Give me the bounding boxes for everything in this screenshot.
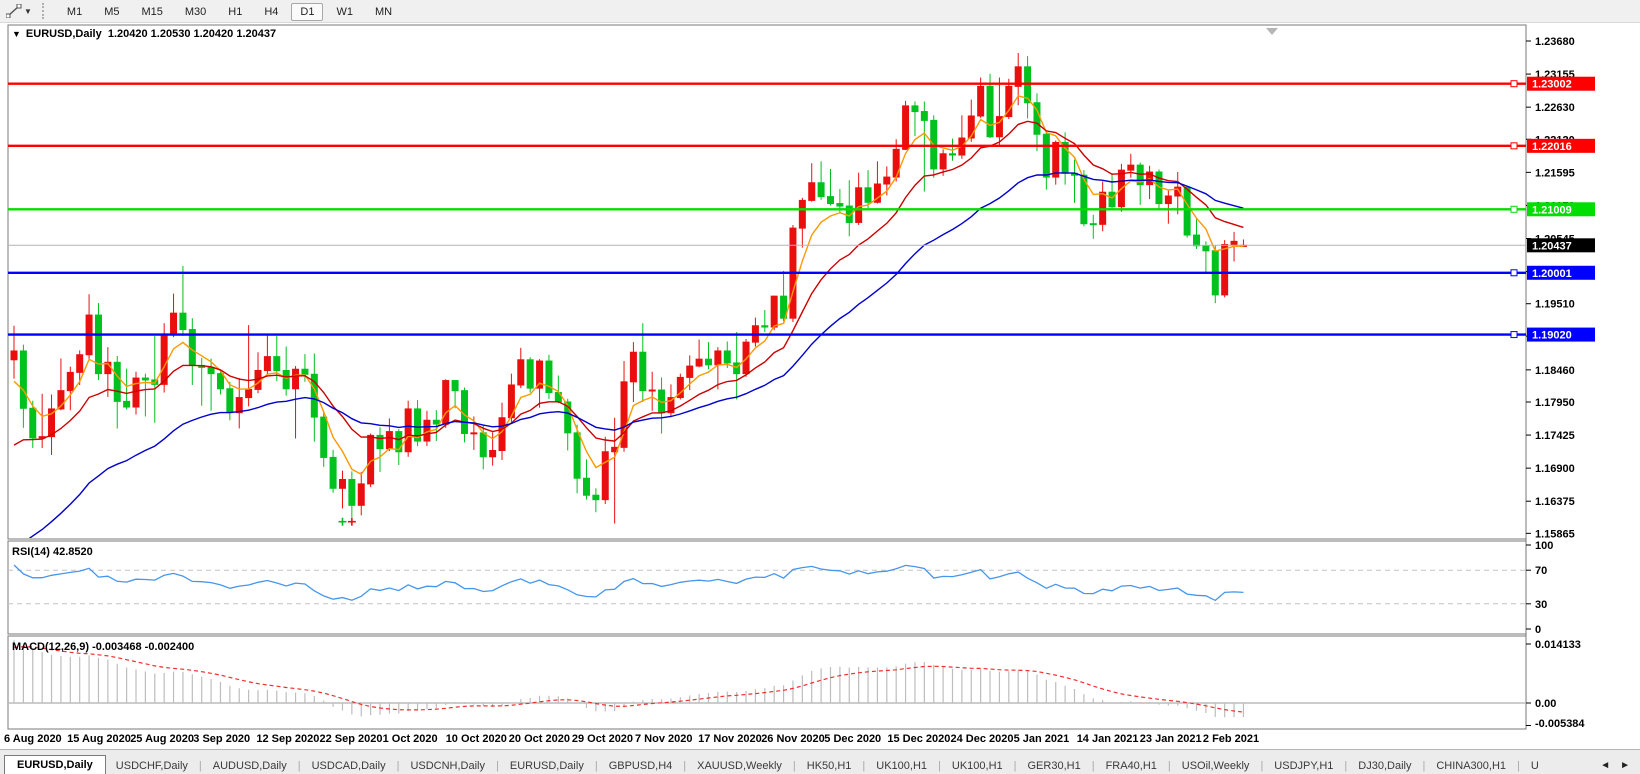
date-axis-label: 10 Oct 2020 <box>446 733 507 745</box>
tab-scroll-left-button[interactable]: ◄ <box>1600 760 1610 771</box>
timeframe-button-w1[interactable]: W1 <box>327 3 362 21</box>
chart-tab-u[interactable]: U <box>1521 757 1549 774</box>
timeframe-button-m30[interactable]: M30 <box>176 3 215 21</box>
price-axis-tick: 1.16375 <box>1535 496 1575 508</box>
chart-symbol-label: EURUSD,Daily <box>26 28 102 40</box>
timeframe-button-m5[interactable]: M5 <box>95 3 128 21</box>
macd-axis-tick: -0.005384 <box>1535 718 1585 730</box>
date-axis-label: 15 Aug 2020 <box>67 733 131 745</box>
date-axis-label: 20 Oct 2020 <box>509 733 570 745</box>
level-line-price-tag: 1.23002 <box>1532 79 1572 91</box>
date-axis-label: 1 Oct 2020 <box>383 733 438 745</box>
level-line-price-tag: 1.19020 <box>1532 330 1572 342</box>
rsi-axis-tick: 100 <box>1535 540 1553 552</box>
chart-tab-ger30-h1[interactable]: GER30,H1 <box>1018 757 1091 774</box>
current-price-tag: 1.20437 <box>1532 240 1572 252</box>
date-axis-label: 14 Jan 2021 <box>1077 733 1139 745</box>
level-line-price-tag: 1.22016 <box>1532 141 1572 153</box>
rsi-axis-tick: 30 <box>1535 599 1547 611</box>
chart-tab-usdcnh-daily[interactable]: USDCNH,Daily <box>400 757 495 774</box>
price-axis-tick: 1.23680 <box>1535 36 1575 48</box>
chart-tab-usdjpy-h1[interactable]: USDJPY,H1 <box>1264 757 1343 774</box>
timeframe-button-mn[interactable]: MN <box>366 3 401 21</box>
chart-tab-dj30-daily[interactable]: DJ30,Daily <box>1348 757 1421 774</box>
collapse-triangle-icon[interactable]: ▼ <box>12 29 21 39</box>
timeframe-button-d1[interactable]: D1 <box>291 3 323 21</box>
macd-axis-tick: 0.014133 <box>1535 639 1581 651</box>
chart-title: ▼ EURUSD,Daily 1.20420 1.20530 1.20420 1.… <box>12 28 276 40</box>
macd-axis-tick: 0.00 <box>1535 698 1556 710</box>
chart-window: 1.236801.231551.226301.221201.215951.210… <box>0 23 1640 749</box>
ohlc-low: 1.20420 <box>194 28 234 40</box>
date-axis-label: 12 Sep 2020 <box>256 733 319 745</box>
date-axis-label: 6 Aug 2020 <box>4 733 62 745</box>
price-axis-tick: 1.17950 <box>1535 397 1575 409</box>
toolbar-grip[interactable] <box>42 3 48 19</box>
ohlc-close: 1.20437 <box>236 28 276 40</box>
date-axis-label: 26 Nov 2020 <box>761 733 825 745</box>
tab-scroll-right-button[interactable]: ► <box>1620 760 1630 771</box>
timeframe-button-h1[interactable]: H1 <box>219 3 251 21</box>
chevron-down-icon[interactable]: ▼ <box>24 7 32 16</box>
tab-scroll-buttons: ◄ ► <box>1594 760 1640 774</box>
macd-indicator-label: MACD(12,26,9) -0.003468 -0.002400 <box>12 641 194 653</box>
date-axis-label: 15 Dec 2020 <box>887 733 950 745</box>
date-axis-label: 2 Feb 2021 <box>1203 733 1259 745</box>
date-axis-label: 29 Oct 2020 <box>572 733 633 745</box>
date-axis-label: 22 Sep 2020 <box>320 733 383 745</box>
date-axis-label: 17 Nov 2020 <box>698 733 762 745</box>
price-axis-tick: 1.18460 <box>1535 365 1575 377</box>
date-axis-label: 24 Dec 2020 <box>951 733 1014 745</box>
rsi-axis-tick: 70 <box>1535 565 1547 577</box>
price-axis-tick: 1.17425 <box>1535 430 1575 442</box>
chart-tab-usdcad-daily[interactable]: USDCAD,Daily <box>302 757 396 774</box>
chart-tab-audusd-daily[interactable]: AUDUSD,Daily <box>203 757 297 774</box>
chart-tab-eurusd-daily[interactable]: EURUSD,Daily <box>4 755 106 774</box>
timeframe-button-m1[interactable]: M1 <box>58 3 91 21</box>
level-line-price-tag: 1.20001 <box>1532 268 1572 280</box>
price-axis-tick: 1.16900 <box>1535 463 1575 475</box>
chart-tabs: EURUSD,DailyUSDCHF,Daily|AUDUSD,Daily|US… <box>4 755 1549 774</box>
chart-tab-usoil-weekly[interactable]: USOil,Weekly <box>1172 757 1260 774</box>
timeframe-button-group: M1M5M15 M30H1H4D1W1MN <box>56 2 403 20</box>
line-studies-icon-glyph <box>6 4 22 18</box>
date-axis-label: 23 Jan 2021 <box>1140 733 1202 745</box>
price-axis-tick: 1.22630 <box>1535 102 1575 114</box>
chart-tab-fra40-h1[interactable]: FRA40,H1 <box>1096 757 1167 774</box>
chart-tab-uk100-h1[interactable]: UK100,H1 <box>866 757 937 774</box>
price-axis-tick: 1.19510 <box>1535 299 1575 311</box>
ohlc-open: 1.20420 <box>108 28 148 40</box>
chart-tab-hk50-h1[interactable]: HK50,H1 <box>797 757 862 774</box>
chart-tab-eurusd-daily[interactable]: EURUSD,Daily <box>500 757 594 774</box>
timeframe-button-h4[interactable]: H4 <box>255 3 287 21</box>
date-axis-label: 5 Jan 2021 <box>1014 733 1070 745</box>
level-line-price-tag: 1.21009 <box>1532 204 1572 216</box>
date-axis-label: 3 Sep 2020 <box>193 733 250 745</box>
timeframe-button-m15[interactable]: M15 <box>132 3 171 21</box>
date-axis-label: 5 Dec 2020 <box>824 733 881 745</box>
price-axis-tick: 1.21595 <box>1535 167 1575 179</box>
rsi-axis-tick: 0 <box>1535 624 1541 636</box>
top-toolbar: ▼ M1M5M15 M30H1H4D1W1MN <box>0 0 1640 23</box>
price-axis-tick: 1.15865 <box>1535 528 1575 540</box>
chart-tab-usdchf-daily[interactable]: USDCHF,Daily <box>106 757 198 774</box>
chart-tab-bar: EURUSD,DailyUSDCHF,Daily|AUDUSD,Daily|US… <box>0 749 1640 774</box>
chart-tab-xauusd-weekly[interactable]: XAUUSD,Weekly <box>687 757 792 774</box>
price-chart-canvas[interactable]: 1.236801.231551.226301.221201.215951.210… <box>0 23 1640 749</box>
ohlc-high: 1.20530 <box>151 28 191 40</box>
date-axis-label: 25 Aug 2020 <box>130 733 194 745</box>
chart-tab-uk100-h1[interactable]: UK100,H1 <box>942 757 1013 774</box>
rsi-indicator-label: RSI(14) 42.8520 <box>12 546 93 558</box>
date-axis-label: 7 Nov 2020 <box>635 733 692 745</box>
line-studies-icon[interactable]: ▼ <box>2 2 36 20</box>
chart-tab-gbpusd-h4[interactable]: GBPUSD,H4 <box>599 757 683 774</box>
chart-tab-china300-h1[interactable]: CHINA300,H1 <box>1426 757 1516 774</box>
